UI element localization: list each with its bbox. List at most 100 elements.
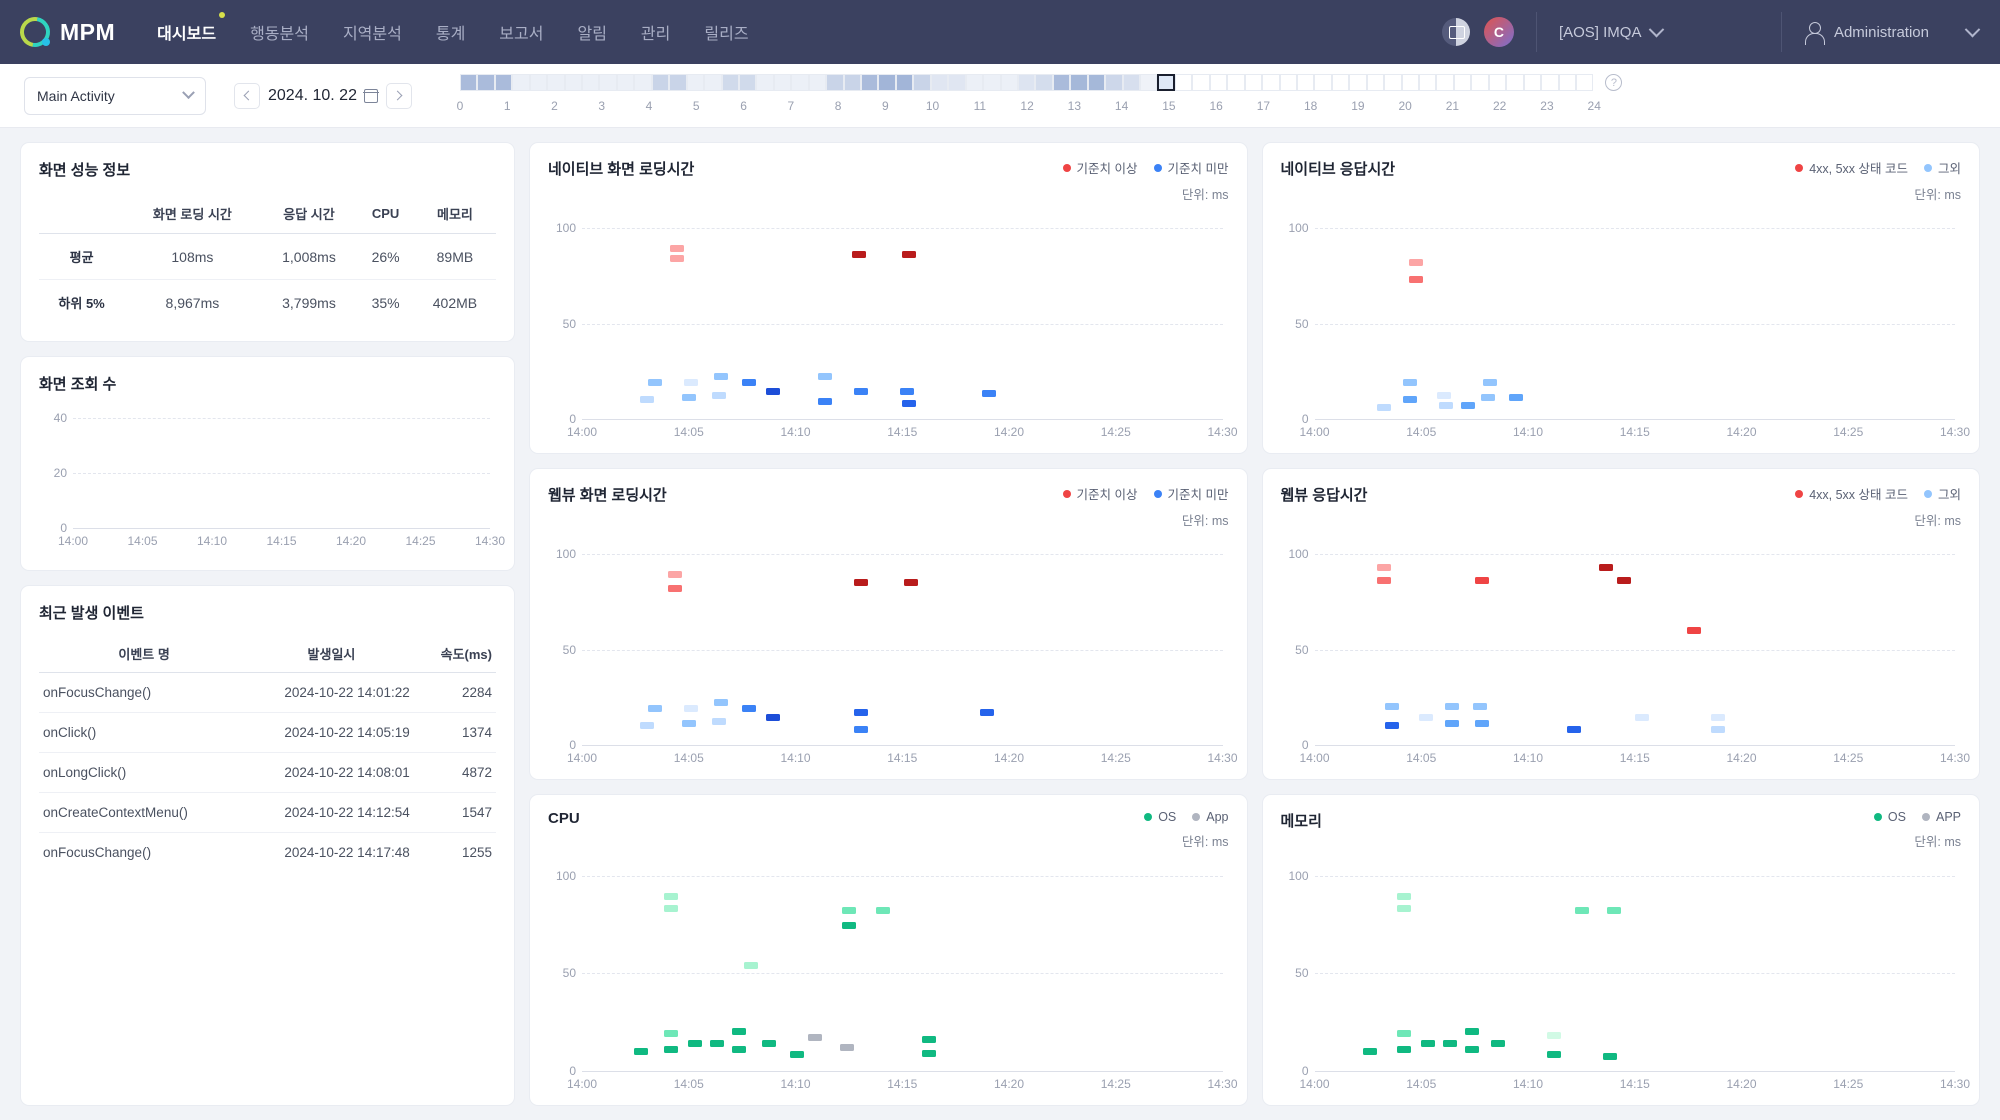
data-point-bar[interactable] [648,378,663,386]
data-point-bar[interactable] [712,718,727,726]
data-point-bar[interactable] [664,893,679,901]
data-point-bar[interactable] [1376,577,1391,584]
timeline-cell[interactable] [1000,74,1018,91]
timeline-cell[interactable] [773,74,792,91]
timeline-cell[interactable] [1366,74,1385,91]
data-point-bar[interactable] [640,396,655,404]
legend-item[interactable]: 그외 [1923,484,1961,503]
timeline-cell[interactable] [1122,74,1141,91]
timeline-cell[interactable] [913,74,931,91]
data-point-bar[interactable] [1442,1039,1457,1047]
data-point-bar[interactable] [1436,392,1451,400]
data-point-bar[interactable] [852,251,867,258]
timeline-cell[interactable] [1384,74,1402,91]
data-point-bar[interactable] [922,1035,937,1043]
data-point-bar[interactable] [742,704,757,712]
data-point-bar[interactable] [1686,626,1701,634]
data-point-bar[interactable] [840,1043,855,1051]
nav-item-alert[interactable]: 알림 [575,16,608,48]
data-point-bar[interactable] [668,571,683,579]
timeline-cell[interactable] [721,74,739,91]
timeline-cell[interactable] [861,74,879,91]
timeline-cell[interactable] [669,74,687,91]
data-point-bar[interactable] [854,708,869,716]
data-point-bar[interactable] [766,388,781,396]
data-point-bar[interactable] [1408,258,1423,266]
timeline-cell[interactable] [1541,74,1559,91]
project-selector[interactable]: [AOS] IMQA [1559,21,1759,41]
data-point-bar[interactable] [1474,577,1489,584]
data-point-bar[interactable] [876,906,891,914]
nav-item-region[interactable]: 지역분석 [341,16,404,48]
data-point-bar[interactable] [1396,1045,1411,1053]
data-point-bar[interactable] [1420,1039,1435,1047]
table-row[interactable]: onClick() 2024-10-22 14:05:19 1374 [39,712,496,753]
data-point-bar[interactable] [1376,563,1391,571]
hour-timeline[interactable]: 0 1 2 3 4 5 6 7 8 9 10 11 12 13 14 15 16 17 18 19 20 21 22 23 24 [457,74,1601,117]
timeline-cell[interactable] [582,74,600,91]
data-point-bar[interactable] [1362,1047,1377,1055]
timeline-cell[interactable] [1523,74,1542,91]
timeline-cell[interactable] [1453,74,1472,91]
timeline-cell[interactable] [756,74,774,91]
data-point-bar[interactable] [670,254,685,262]
data-point-bar[interactable] [904,578,919,586]
timeline-cell[interactable] [965,74,984,91]
timeline-cell[interactable] [686,74,705,91]
data-point-bar[interactable] [1472,703,1487,710]
timeline-cell[interactable] [791,74,809,91]
legend-item[interactable]: APP [1921,810,1961,824]
nav-item-report[interactable]: 보고서 [497,16,545,48]
timeline-cell[interactable] [616,74,635,91]
legend-item[interactable]: 4xx, 5xx 상태 코드 [1795,158,1908,177]
timeline-cell[interactable] [983,74,1001,91]
data-point-bar[interactable] [1480,394,1495,402]
legend-item[interactable]: 그외 [1923,158,1961,177]
nav-item-dashboard[interactable]: 대시보드 [155,12,226,48]
data-point-bar[interactable] [922,1049,937,1057]
legend-item[interactable]: 기준치 미만 [1153,158,1229,177]
timeline-cell[interactable] [1192,74,1210,91]
legend-item[interactable]: App [1192,810,1229,824]
legend-item[interactable]: OS [1144,810,1176,824]
timeline-cell[interactable] [843,74,862,91]
timeline-cell[interactable] [1087,74,1106,91]
data-point-bar[interactable] [1546,1031,1561,1039]
data-point-bar[interactable] [710,1039,725,1047]
timeline-cell[interactable] [826,74,844,91]
data-point-bar[interactable] [684,704,699,712]
next-day-button[interactable] [385,82,412,109]
table-row[interactable]: onLongClick() 2024-10-22 14:08:01 4872 [39,752,496,793]
nav-item-manage[interactable]: 관리 [639,16,672,48]
timeline-cell[interactable] [1105,74,1123,91]
timeline-cell[interactable] [547,74,565,91]
hour-timeline-cells[interactable] [459,74,1594,91]
timeline-cell-selected[interactable] [1157,74,1175,91]
data-point-bar[interactable] [1384,703,1399,710]
data-point-bar[interactable] [688,1039,703,1047]
data-point-bar[interactable] [1490,1039,1505,1047]
data-point-bar[interactable] [902,399,917,407]
data-point-bar[interactable] [818,398,833,405]
data-point-bar[interactable] [1384,722,1399,730]
timeline-cell[interactable] [1296,74,1315,91]
legend-item[interactable]: 기준치 이상 [1062,484,1138,503]
data-point-bar[interactable] [1396,893,1411,901]
data-point-bar[interactable] [1464,1028,1479,1035]
timeline-cell[interactable] [1558,74,1576,91]
timeline-cell[interactable] [564,74,583,91]
data-point-bar[interactable] [684,378,699,386]
timeline-cell[interactable] [1174,74,1193,91]
data-point-bar[interactable] [682,394,697,402]
timeline-cell[interactable] [948,74,966,91]
activity-select[interactable]: Main Activity [24,76,206,115]
data-point-bar[interactable] [1634,714,1649,722]
data-point-bar[interactable] [664,1029,679,1037]
legend-item[interactable]: 4xx, 5xx 상태 코드 [1795,484,1908,503]
data-point-bar[interactable] [742,378,757,386]
data-point-bar[interactable] [790,1051,805,1059]
data-point-bar[interactable] [808,1033,823,1041]
timeline-cell[interactable] [1488,74,1507,91]
data-point-bar[interactable] [714,699,729,707]
timeline-cell[interactable] [1140,74,1158,91]
